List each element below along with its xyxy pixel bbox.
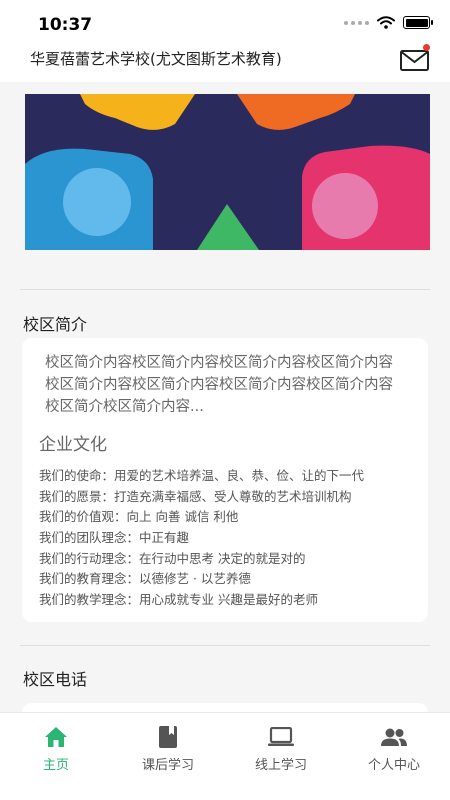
top-header: 华夏蓓蕾艺术学校(尤文图斯艺术教育) — [0, 42, 450, 82]
tab-after-class[interactable]: 课后学习 — [112, 713, 224, 783]
notification-dot — [423, 44, 430, 51]
culture-title: 企业文化 — [39, 435, 107, 455]
culture-item-action: 我们的行动理念：在行动中思考 决定的就是对的 — [39, 550, 306, 566]
culture-list: 我们的使命：用爱的艺术培养温、良、恭、俭、让的下一代 我们的愿景：打造充满幸福感… — [39, 466, 364, 611]
laptop-icon — [267, 725, 295, 749]
banner-graphic — [25, 94, 430, 250]
people-icon — [380, 725, 408, 749]
culture-item-team: 我们的团队理念：中正有趣 — [39, 530, 190, 546]
culture-item-teaching: 我们的教学理念：用心成就专业 兴趣是最好的老师 — [39, 592, 318, 608]
tab-profile-label: 个人中心 — [367, 758, 420, 773]
intro-text: 校区简介内容校区简介内容校区简介内容校区简介内容校区简介内容校区简介内容校区简介… — [45, 355, 393, 415]
tab-profile[interactable]: 个人中心 — [338, 713, 450, 783]
culture-item-education: 我们的教育理念：以德修艺 · 以艺养德 — [39, 571, 251, 587]
tab-after-class-label: 课后学习 — [141, 758, 194, 773]
status-time: 10:37 — [38, 15, 93, 35]
tab-home-label: 主页 — [42, 758, 69, 773]
mail-button[interactable] — [398, 44, 432, 74]
status-icons — [344, 16, 433, 29]
banner-image[interactable] — [25, 94, 430, 250]
culture-item-values: 我们的价值观：向上 向善 诚信 利他 — [39, 509, 239, 525]
tab-online[interactable]: 线上学习 — [225, 713, 337, 783]
intro-section-title: 校区简介 — [23, 315, 88, 334]
home-icon — [44, 725, 68, 749]
signal-icon — [344, 20, 369, 25]
divider — [20, 289, 430, 290]
battery-icon — [403, 16, 433, 29]
intro-card: 校区简介内容校区简介内容校区简介内容校区简介内容校区简介内容校区简介内容校区简介… — [22, 338, 428, 622]
bottom-tab-bar: 主页 课后学习 线上学习 个人中心 — [0, 712, 450, 800]
book-icon — [158, 725, 178, 749]
divider — [20, 645, 430, 646]
school-title: 华夏蓓蕾艺术学校(尤文图斯艺术教育) — [30, 50, 282, 68]
wifi-icon — [377, 16, 395, 29]
culture-item-mission: 我们的使命：用爱的艺术培养温、良、恭、俭、让的下一代 — [39, 468, 365, 483]
tab-online-label: 线上学习 — [254, 758, 307, 773]
culture-item-vision: 我们的愿景：打造充满幸福感、受人尊敬的艺术培训机构 — [39, 488, 352, 504]
tab-home[interactable]: 主页 — [0, 713, 112, 783]
phone-section-title: 校区电话 — [23, 670, 88, 689]
status-bar: 10:37 — [0, 0, 450, 42]
